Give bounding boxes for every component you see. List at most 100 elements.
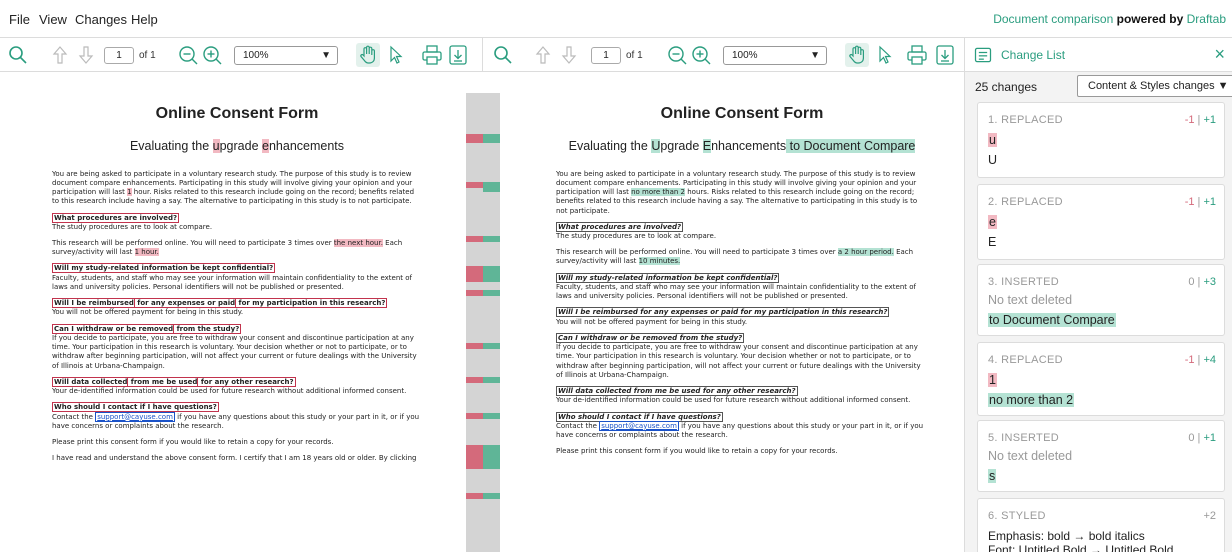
change-marker[interactable] xyxy=(466,236,483,242)
select-tool-icon[interactable] xyxy=(873,43,897,67)
answer-paragraph: The study procedures are to look at comp… xyxy=(556,232,717,241)
styled-change[interactable]: Will my study-related information be kep… xyxy=(52,263,276,274)
change-marker[interactable] xyxy=(466,266,483,282)
next-change-icon[interactable] xyxy=(74,43,98,67)
change-marker[interactable] xyxy=(483,493,500,499)
previous-change-icon[interactable] xyxy=(531,43,555,67)
change-marker[interactable] xyxy=(483,134,500,143)
styled-change[interactable]: Will data collected from me be used for … xyxy=(52,376,296,387)
change-marker[interactable] xyxy=(483,445,500,469)
styled-change[interactable]: What procedures are involved? xyxy=(556,221,684,232)
zoom-in-icon[interactable] xyxy=(200,43,224,67)
subtitle-text: pgrade xyxy=(660,139,703,154)
next-change-icon[interactable] xyxy=(557,43,581,67)
zoom-select[interactable]: 100% ▼ xyxy=(723,46,827,65)
zoom-out-icon[interactable] xyxy=(176,43,200,67)
question-text: Will data collected xyxy=(54,377,128,386)
revised-document-pane[interactable]: Online Consent Form Evaluating the Upgra… xyxy=(500,73,964,552)
styled-change[interactable]: Will I be reimbursed for any expenses or… xyxy=(556,307,890,318)
inserted-text[interactable]: no more than 2 xyxy=(631,188,685,197)
change-stats: 0 | +3 xyxy=(1188,276,1216,288)
change-filter-select[interactable]: Content & Styles changes ▼ xyxy=(1077,75,1232,97)
old-text: 1 xyxy=(988,373,997,387)
change-stats: -1 | +1 xyxy=(1185,114,1216,126)
change-marker[interactable] xyxy=(483,266,500,282)
new-text: U xyxy=(988,153,998,167)
change-marker[interactable] xyxy=(466,290,483,296)
change-list-title: Change List xyxy=(1001,48,1066,62)
deleted-text[interactable]: 1 hour. xyxy=(134,248,159,257)
change-marker[interactable] xyxy=(466,377,483,383)
inserted-text[interactable]: to Document Compare xyxy=(786,139,916,154)
inserted-text[interactable]: E xyxy=(702,139,712,154)
styled-change[interactable]: Who should I contact if I have questions… xyxy=(52,402,219,413)
support-email-link[interactable]: support@cayuse.com xyxy=(95,411,175,422)
change-marker[interactable] xyxy=(483,236,500,242)
change-marker[interactable] xyxy=(466,343,483,349)
search-icon[interactable] xyxy=(491,43,515,67)
zoom-in-icon[interactable] xyxy=(689,43,713,67)
style-change-text: Emphasis: bold → bold italics xyxy=(988,529,1145,543)
original-document-pane[interactable]: Online Consent Form Evaluating the upgra… xyxy=(0,73,466,552)
answer-paragraph: Your de-identified information could be … xyxy=(556,396,911,405)
close-icon[interactable]: × xyxy=(1214,44,1225,65)
change-marker[interactable] xyxy=(466,182,483,188)
change-marker[interactable] xyxy=(483,182,500,192)
change-card[interactable]: 3. INSERTED 0 | +3 No text deleted to Do… xyxy=(977,264,1225,336)
answer-paragraph: If you decide to participate, you are fr… xyxy=(556,343,921,379)
hand-tool-icon[interactable] xyxy=(356,43,380,67)
zoom-select[interactable]: 100% ▼ xyxy=(234,46,338,65)
change-map[interactable] xyxy=(466,93,500,552)
menu-help[interactable]: Help xyxy=(131,12,158,27)
search-icon[interactable] xyxy=(6,43,30,67)
styled-change[interactable]: Will I be reimbursed for any expenses or… xyxy=(52,298,388,309)
zoom-out-icon[interactable] xyxy=(665,43,689,67)
deleted-text[interactable]: e xyxy=(262,139,269,154)
styled-change[interactable]: Will data collected from me be used for … xyxy=(556,386,798,397)
select-tool-icon[interactable] xyxy=(384,43,408,67)
change-card[interactable]: 5. INSERTED 0 | +1 No text deleted s xyxy=(977,420,1225,492)
download-icon[interactable] xyxy=(933,43,957,67)
styled-change[interactable]: Can I withdraw or be removed from the st… xyxy=(52,323,242,334)
deleted-text[interactable]: the next hour. xyxy=(333,239,383,248)
change-marker[interactable] xyxy=(466,445,483,469)
change-type: 4. REPLACED xyxy=(988,354,1063,366)
download-icon[interactable] xyxy=(446,43,470,67)
inserted-text[interactable]: U xyxy=(651,139,661,154)
paragraph-text: Contact the xyxy=(52,412,96,421)
change-card[interactable]: 6. STYLED +2 Emphasis: bold → bold itali… xyxy=(977,498,1225,552)
print-icon[interactable] xyxy=(420,43,444,67)
styled-change[interactable]: Will my study-related information be kep… xyxy=(556,272,780,283)
new-text: no more than 2 xyxy=(988,393,1075,407)
change-marker[interactable] xyxy=(466,134,483,143)
styled-change[interactable]: Can I withdraw or be removed from the st… xyxy=(556,332,745,343)
change-card[interactable]: 4. REPLACED -1 | +4 1 no more than 2 xyxy=(977,342,1225,416)
inserted-text[interactable]: 10 minutes. xyxy=(638,257,681,266)
print-icon[interactable] xyxy=(905,43,929,67)
styled-change[interactable]: What procedures are involved? xyxy=(52,212,180,223)
page-number-input[interactable]: 1 xyxy=(104,47,134,64)
menu-file[interactable]: File xyxy=(9,12,30,27)
change-card[interactable]: 1. REPLACED -1 | +1 u U xyxy=(977,102,1225,178)
change-type: 2. REPLACED xyxy=(988,196,1063,208)
stats-separator: | xyxy=(1197,276,1201,288)
support-email-link[interactable]: support@cayuse.com xyxy=(599,420,679,431)
page-number-input[interactable]: 1 xyxy=(591,47,621,64)
menu-view[interactable]: View xyxy=(39,12,67,27)
menu-changes[interactable]: Changes xyxy=(75,12,127,27)
change-marker[interactable] xyxy=(483,343,500,349)
page-count: of 1 xyxy=(626,50,643,61)
menu-bar: File View Changes Help Document comparis… xyxy=(0,0,1232,38)
change-marker[interactable] xyxy=(466,493,483,499)
deleted-text[interactable]: u xyxy=(212,139,220,154)
change-marker[interactable] xyxy=(483,290,500,296)
hand-tool-icon[interactable] xyxy=(845,43,869,67)
branding-powered: powered by xyxy=(1116,12,1184,26)
previous-change-icon[interactable] xyxy=(48,43,72,67)
change-marker[interactable] xyxy=(466,413,483,419)
change-card[interactable]: 2. REPLACED -1 | +1 e E xyxy=(977,184,1225,260)
change-marker[interactable] xyxy=(483,413,500,419)
doc-subtitle: Evaluating the upgrade enhancements xyxy=(52,138,422,155)
change-marker[interactable] xyxy=(483,377,500,383)
inserted-text[interactable]: a 2 hour period. xyxy=(837,248,894,257)
